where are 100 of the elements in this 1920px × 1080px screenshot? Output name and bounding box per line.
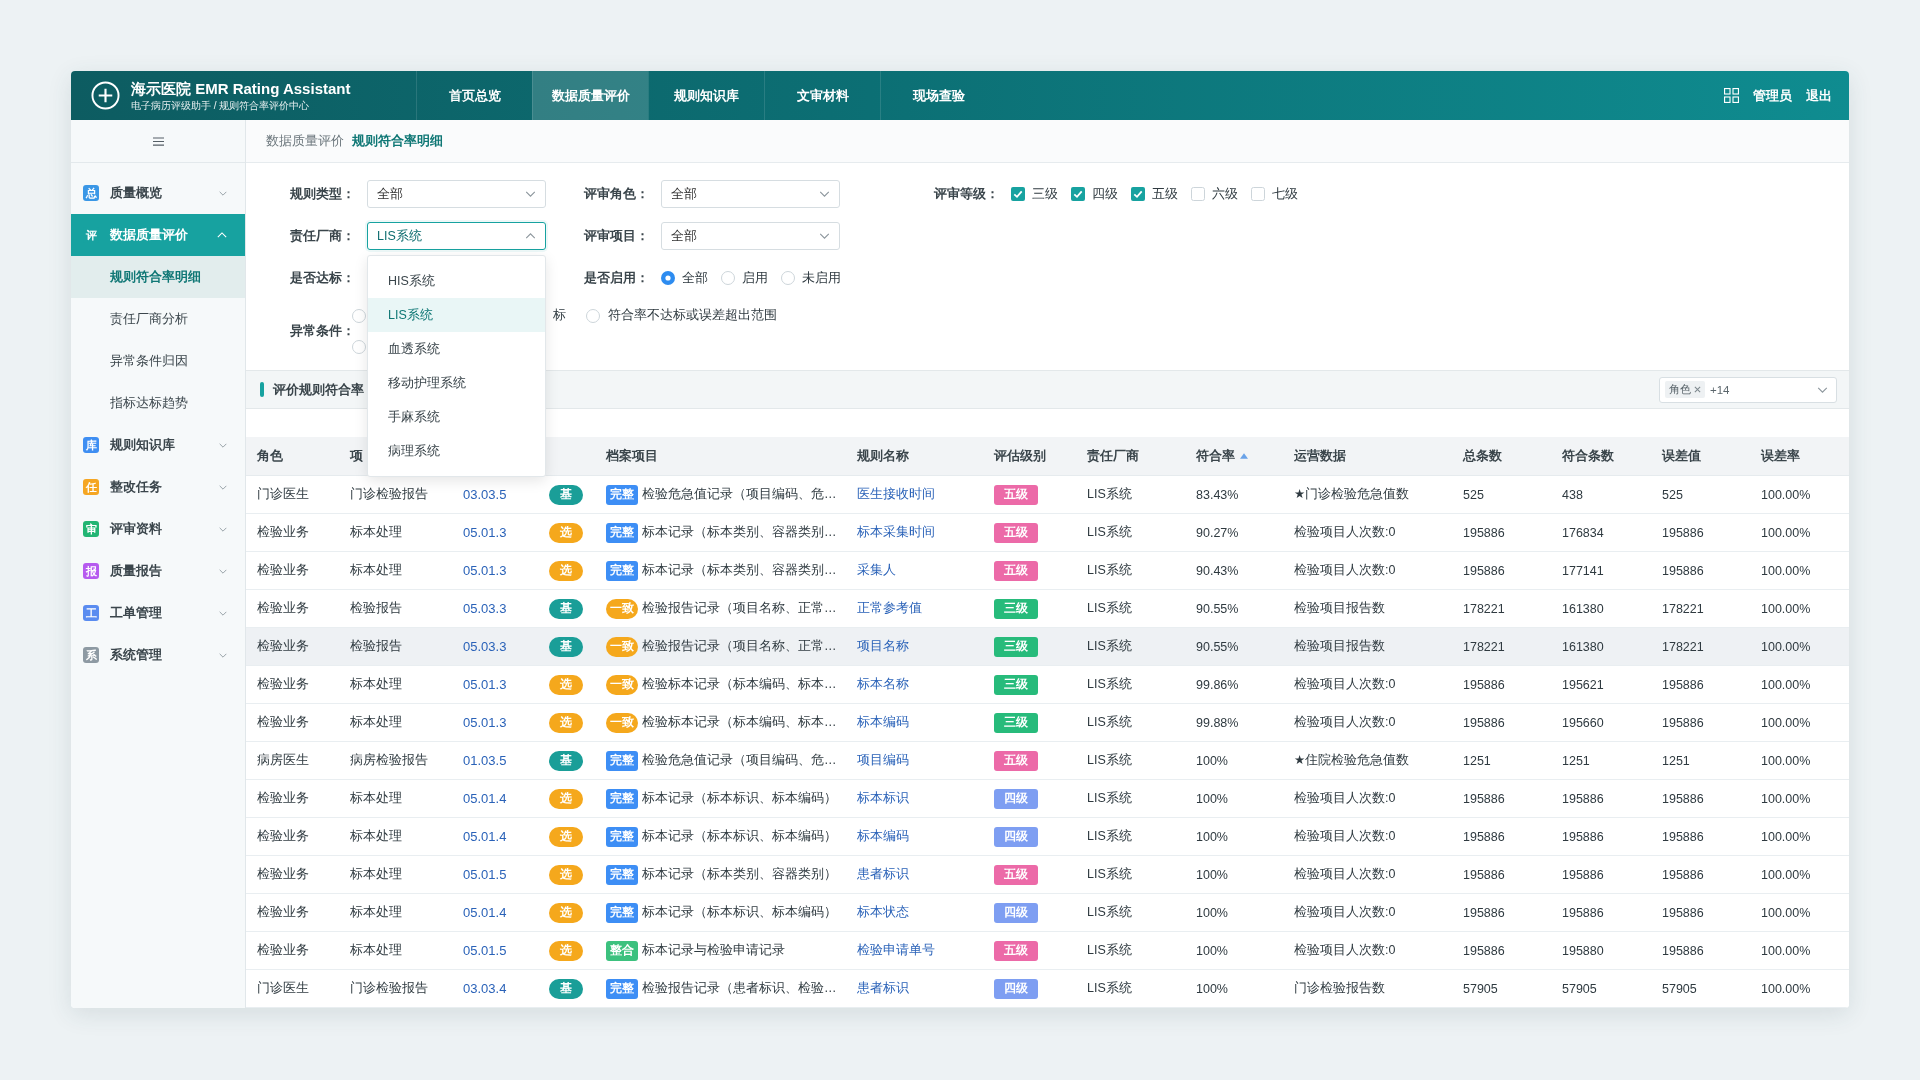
checkbox[interactable]	[1191, 187, 1205, 201]
table-cell: 100.00%	[1761, 563, 1811, 578]
filter-label: 评审项目：	[583, 227, 650, 245]
radio-button[interactable]	[352, 339, 366, 354]
table-cell: 90.55%	[1196, 639, 1239, 654]
submenu-item[interactable]: 指标达标趋势	[71, 382, 245, 424]
dropdown-option[interactable]: LIS系统	[368, 298, 545, 332]
sidebar-item[interactable]: 工 工单管理	[71, 592, 245, 634]
dropdown-option[interactable]: 手麻系统	[368, 400, 545, 434]
rule-name-link[interactable]: 患者标识	[857, 866, 909, 883]
table-cell: 100%	[1196, 867, 1228, 882]
rule-code-link[interactable]: 05.01.5	[463, 867, 507, 882]
table-cell: 195886	[1662, 905, 1704, 920]
column-filter-select[interactable]: 角色 +14	[1659, 376, 1837, 403]
select-field[interactable]: 全部	[367, 180, 546, 208]
submenu-item[interactable]: 规则符合率明细	[71, 256, 245, 298]
menu-icon[interactable]	[152, 136, 164, 146]
rule-name-link[interactable]: 标本采集时间	[857, 524, 935, 541]
table-cell: 标本处理	[350, 714, 402, 731]
rule-name-link[interactable]: 项目编码	[857, 752, 909, 769]
nav-tab[interactable]: 数据质量评价	[532, 71, 648, 120]
rule-name-link[interactable]: 标本编码	[857, 714, 909, 731]
radio-button[interactable]	[781, 271, 795, 285]
rule-code-link[interactable]: 05.03.3	[463, 639, 507, 654]
dropdown-option[interactable]: 病理系统	[368, 434, 545, 468]
table-cell: 195886	[1662, 829, 1704, 844]
rule-name-link[interactable]: 检验申请单号	[857, 942, 935, 959]
sidebar-item[interactable]: 报 质量报告	[71, 550, 245, 592]
rule-code-link[interactable]: 03.03.4	[463, 981, 507, 996]
table-cell: 195886	[1463, 829, 1505, 844]
table-cell: 检验危急值记录（项目编码、危…	[642, 486, 837, 503]
rule-name-link[interactable]: 患者标识	[857, 980, 909, 997]
radio-button[interactable]	[721, 271, 735, 285]
rule-name-link[interactable]: 标本编码	[857, 828, 909, 845]
sidebar-item[interactable]: 总 质量概览	[71, 172, 245, 214]
sidebar-item[interactable]: 库 规则知识库	[71, 424, 245, 466]
column-header[interactable]: 符合率	[1196, 447, 1235, 465]
rule-code-link[interactable]: 05.01.3	[463, 677, 507, 692]
rule-code-link[interactable]: 05.01.3	[463, 715, 507, 730]
filter-chip[interactable]: 角色	[1665, 381, 1705, 398]
rule-code-link[interactable]: 05.01.3	[463, 525, 507, 540]
radio-button[interactable]	[352, 308, 366, 323]
logout-link[interactable]: 退出	[1806, 86, 1832, 105]
breadcrumb-link[interactable]: 规则符合率明细	[352, 132, 443, 150]
table-cell: 178221	[1463, 639, 1505, 654]
close-icon[interactable]	[1694, 386, 1701, 393]
checkbox[interactable]	[1011, 187, 1025, 201]
table-cell: 检验业务	[257, 904, 309, 921]
rule-code-link[interactable]: 05.01.5	[463, 943, 507, 958]
rule-code-link[interactable]: 01.03.5	[463, 753, 507, 768]
table-cell: 195886	[1562, 867, 1604, 882]
dropdown-option[interactable]: 移动护理系统	[368, 366, 545, 400]
select-field[interactable]: 全部	[661, 180, 840, 208]
rule-name-link[interactable]: 标本名称	[857, 676, 909, 693]
rule-code-link[interactable]: 03.03.5	[463, 487, 507, 502]
rule-code-link[interactable]: 05.01.4	[463, 829, 507, 844]
grade-tag: 五级	[994, 864, 1038, 885]
dropdown-option[interactable]: HIS系统	[368, 264, 545, 298]
chevron-down-icon	[1817, 386, 1828, 393]
radio-button[interactable]	[586, 308, 600, 323]
select-field[interactable]: LIS系统	[367, 222, 546, 250]
radio-button[interactable]	[661, 271, 675, 285]
sidebar-item[interactable]: 任 整改任务	[71, 466, 245, 508]
table-cell: 195886	[1463, 867, 1505, 882]
sort-ascending-icon[interactable]	[1240, 453, 1248, 459]
rule-code-link[interactable]: 05.01.4	[463, 905, 507, 920]
table-cell: 检验业务	[257, 638, 309, 655]
table-cell: 标本处理	[350, 676, 402, 693]
rule-name-link[interactable]: 医生接收时间	[857, 486, 935, 503]
status-tag: 完整	[606, 750, 638, 771]
checkbox[interactable]	[1131, 187, 1145, 201]
rule-code-link[interactable]: 05.03.3	[463, 601, 507, 616]
menu-tag: 库	[83, 437, 99, 453]
rule-name-link[interactable]: 标本标识	[857, 790, 909, 807]
rule-name-link[interactable]: 项目名称	[857, 638, 909, 655]
table-cell: 100.00%	[1761, 791, 1811, 806]
table-cell: 标本记录（标本类别、容器类别…	[642, 562, 837, 579]
breadcrumb-link[interactable]: 数据质量评价	[266, 132, 344, 150]
checkbox[interactable]	[1251, 187, 1265, 201]
dropdown-option[interactable]: 血透系统	[368, 332, 545, 366]
sidebar-item[interactable]: 审 评审资料	[71, 508, 245, 550]
rule-code-link[interactable]: 05.01.4	[463, 791, 507, 806]
rule-name-link[interactable]: 标本状态	[857, 904, 909, 921]
filter-label: 评审等级：	[934, 185, 1000, 203]
table-cell: 检验项目人次数:0	[1294, 866, 1396, 883]
submenu-item[interactable]: 异常条件归因	[71, 340, 245, 382]
apps-grid-icon[interactable]	[1724, 88, 1739, 103]
chevron-up-icon	[525, 233, 536, 239]
rule-name-link[interactable]: 正常参考值	[857, 600, 922, 617]
submenu-item[interactable]: 责任厂商分析	[71, 298, 245, 340]
select-field[interactable]: 全部	[661, 222, 840, 250]
table-cell: 1251	[1662, 753, 1690, 768]
checkbox[interactable]	[1071, 187, 1085, 201]
grade-tag: 五级	[994, 522, 1038, 543]
user-link[interactable]: 管理员	[1753, 86, 1792, 105]
rule-code-link[interactable]: 05.01.3	[463, 563, 507, 578]
table-cell: 195886	[1463, 905, 1505, 920]
sidebar-item[interactable]: 系 系统管理	[71, 634, 245, 676]
chevron-down-icon	[819, 191, 830, 197]
rule-name-link[interactable]: 采集人	[857, 562, 896, 579]
